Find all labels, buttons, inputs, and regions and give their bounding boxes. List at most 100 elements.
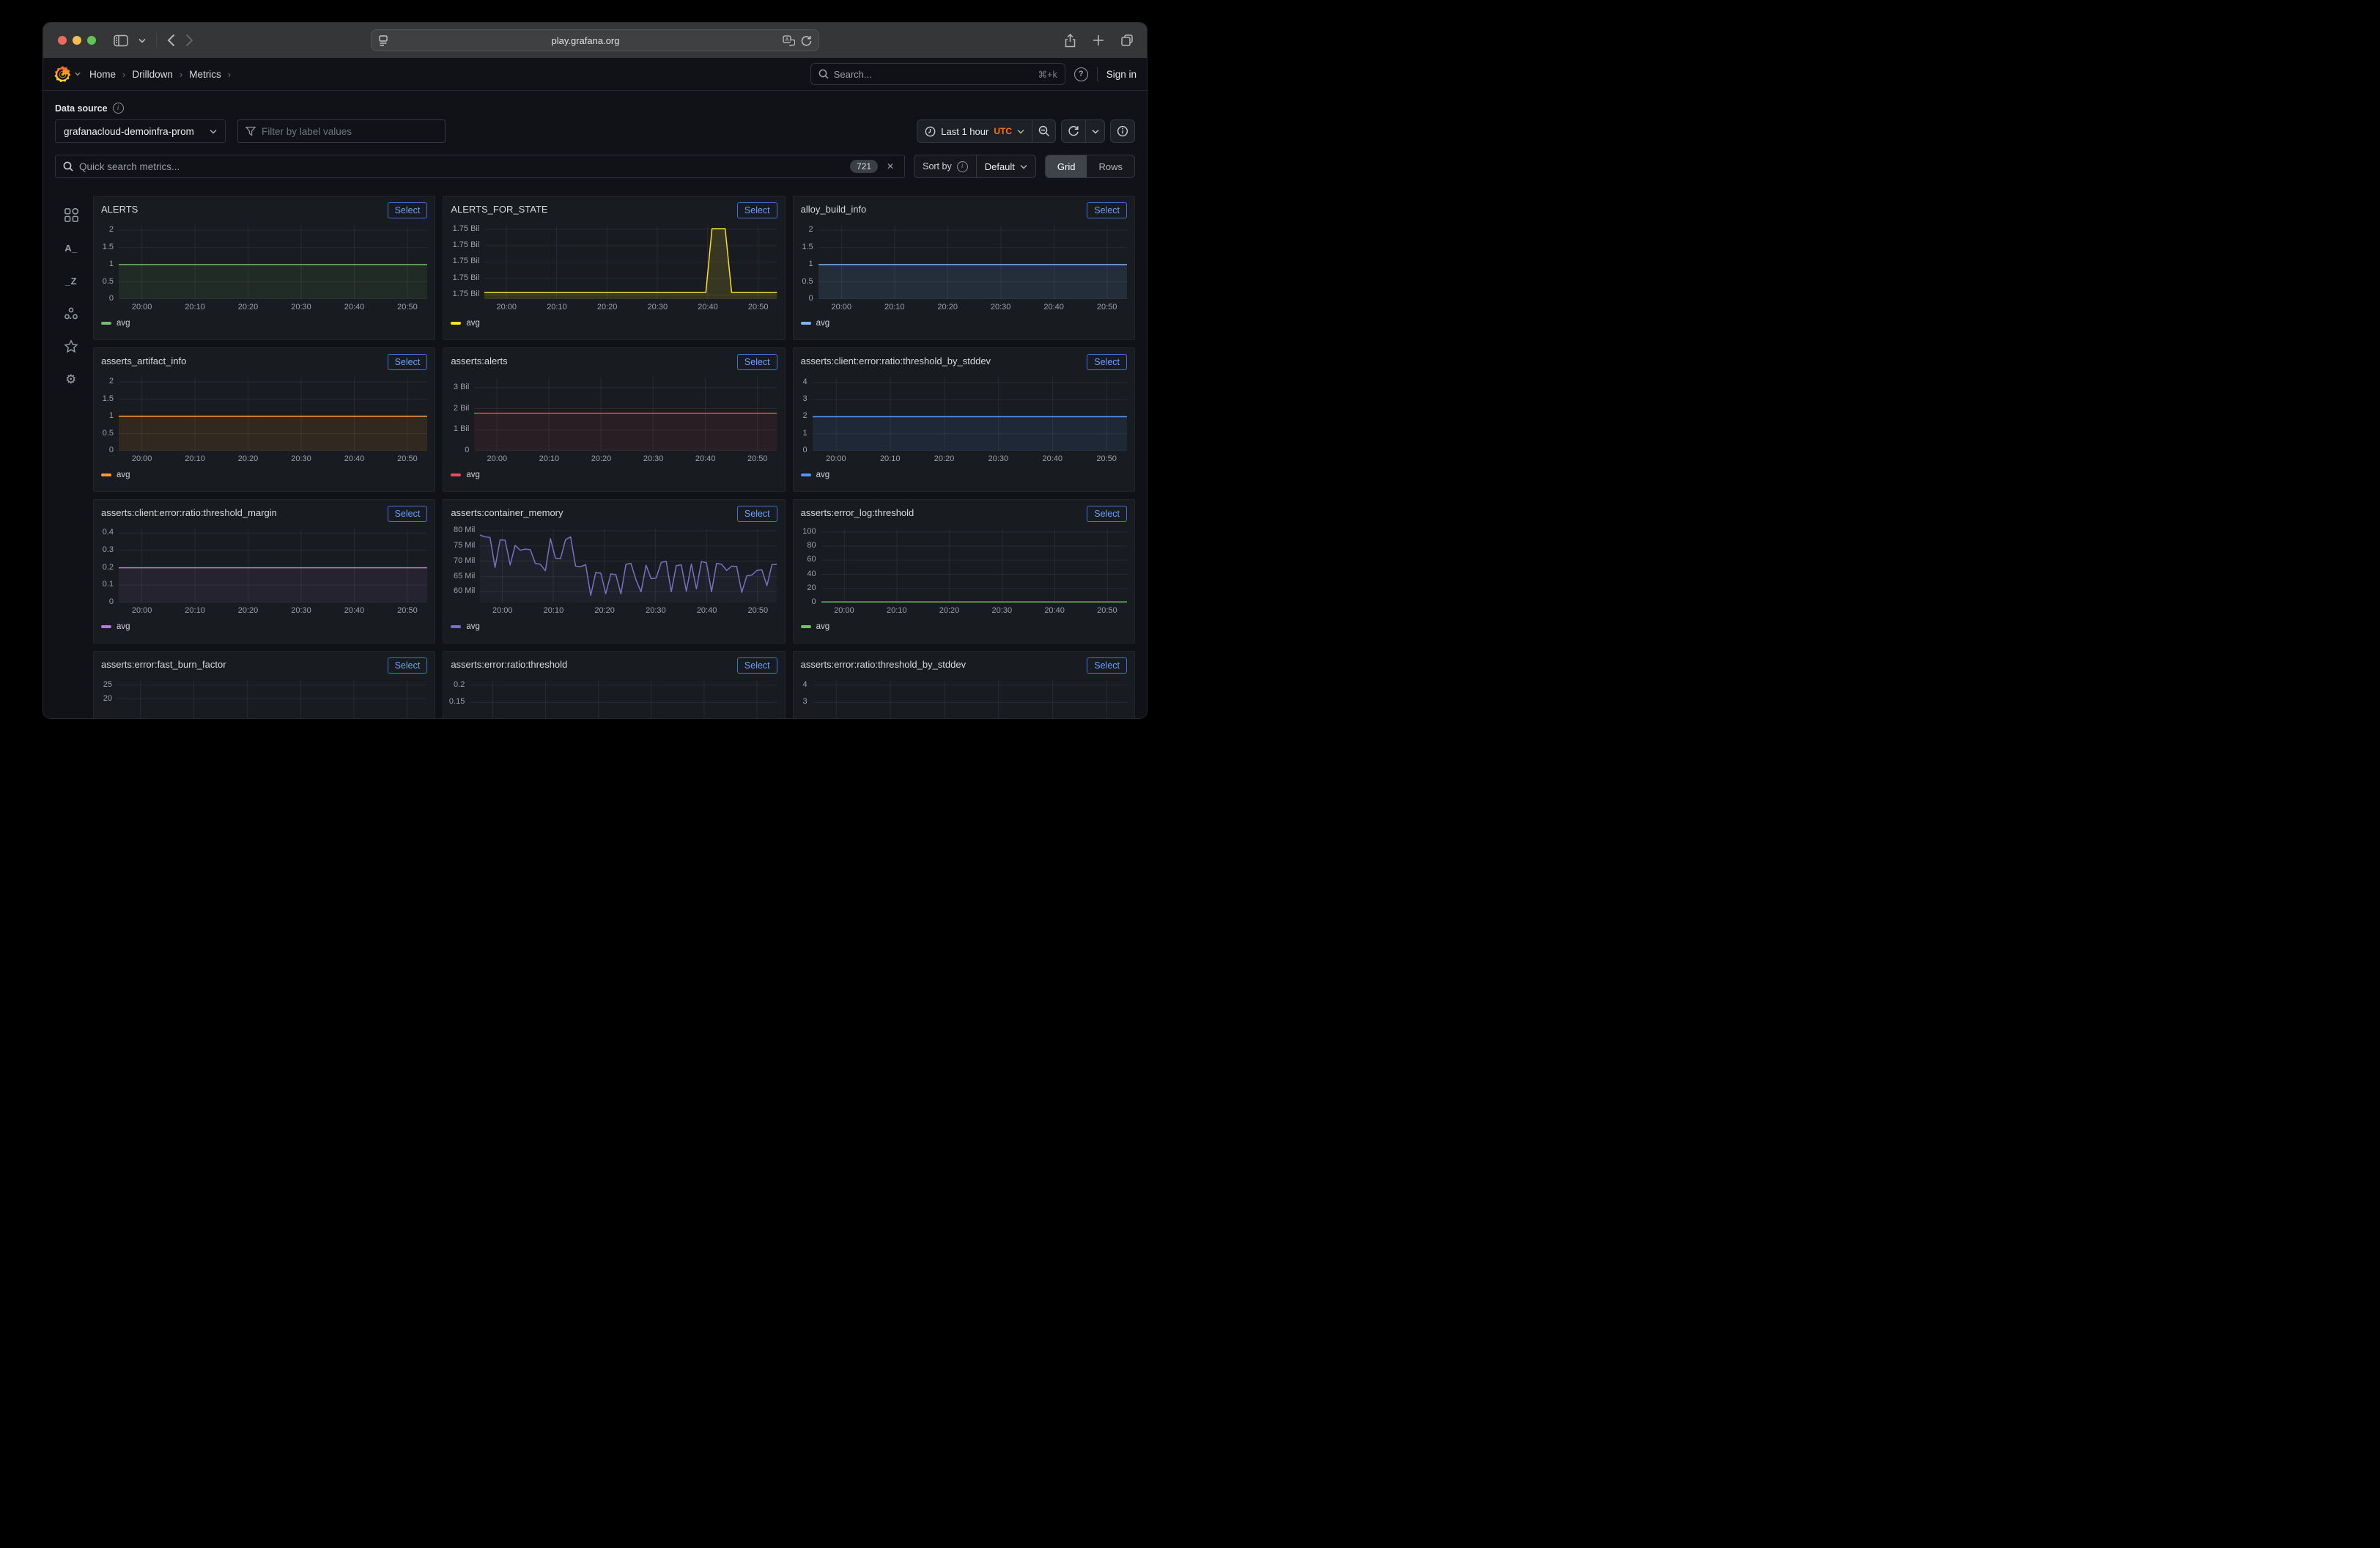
rows-view-button[interactable]: Rows bbox=[1087, 155, 1134, 177]
y-tick-label: 1.5 bbox=[103, 394, 114, 403]
x-tick-label: 20:20 bbox=[232, 454, 265, 463]
sort-z-first-icon[interactable]: _Z bbox=[62, 272, 80, 290]
chevron-down-icon bbox=[210, 129, 217, 134]
grid-view-button[interactable]: Grid bbox=[1046, 155, 1087, 177]
x-tick-label: 20:30 bbox=[985, 303, 1017, 312]
select-button[interactable]: Select bbox=[388, 506, 428, 522]
metric-title: alloy_build_info bbox=[801, 202, 1087, 217]
tab-overview-icon[interactable] bbox=[1120, 34, 1134, 47]
x-tick-label: 20:10 bbox=[179, 454, 211, 463]
select-button[interactable]: Select bbox=[737, 506, 777, 522]
svg-text:A: A bbox=[786, 37, 789, 43]
browser-titlebar: play.grafana.org A bbox=[43, 23, 1147, 58]
settings-gear-icon[interactable]: ⚙ bbox=[62, 371, 80, 388]
select-button[interactable]: Select bbox=[737, 354, 777, 370]
help-icon[interactable]: ? bbox=[1074, 67, 1088, 81]
metric-title: asserts:container_memory bbox=[451, 506, 737, 520]
info-icon[interactable]: i bbox=[957, 161, 968, 172]
legend-series-swatch bbox=[101, 473, 111, 476]
legend: avg bbox=[101, 622, 427, 631]
browser-window: play.grafana.org A bbox=[43, 23, 1147, 718]
controls-section: Data source i grafanacloud-demoinfra-pro… bbox=[43, 91, 1147, 193]
page-settings-icon[interactable] bbox=[378, 35, 388, 46]
select-button[interactable]: Select bbox=[388, 202, 428, 218]
x-tick-label: 20:40 bbox=[1038, 303, 1070, 312]
share-icon[interactable] bbox=[1064, 34, 1076, 48]
breadcrumb-home[interactable]: Home bbox=[89, 69, 116, 80]
refresh-button[interactable] bbox=[1062, 120, 1085, 142]
select-button[interactable]: Select bbox=[1087, 202, 1127, 218]
info-icon[interactable]: i bbox=[113, 103, 124, 114]
translate-icon[interactable]: A bbox=[783, 35, 795, 46]
divider bbox=[156, 33, 157, 48]
x-tick-label: 20:20 bbox=[591, 303, 624, 312]
y-tick-label: 2 Bil bbox=[454, 404, 469, 413]
x-tick-label: 20:00 bbox=[828, 606, 860, 615]
clear-search-icon[interactable]: ✕ bbox=[884, 161, 897, 172]
select-button[interactable]: Select bbox=[1087, 506, 1127, 522]
zoom-out-button[interactable] bbox=[1032, 120, 1055, 142]
select-button[interactable]: Select bbox=[1087, 657, 1127, 674]
y-tick-label: 1 Bil bbox=[454, 424, 469, 433]
x-tick-label: 20:30 bbox=[641, 303, 673, 312]
select-button[interactable]: Select bbox=[388, 354, 428, 370]
forward-icon[interactable] bbox=[185, 34, 193, 47]
metric-panel: asserts:error:ratio:threshold Select 0.2… bbox=[443, 651, 785, 718]
refresh-interval-chevron-icon[interactable] bbox=[1085, 120, 1104, 142]
x-tick-label: 20:00 bbox=[825, 303, 857, 312]
x-tick-label: 20:20 bbox=[934, 606, 966, 615]
chevron-down-icon[interactable] bbox=[138, 38, 146, 43]
label-filter-field[interactable] bbox=[262, 126, 437, 137]
select-button[interactable]: Select bbox=[737, 657, 777, 674]
select-button[interactable]: Select bbox=[388, 657, 428, 674]
favorites-icon[interactable] bbox=[62, 338, 80, 355]
address-bar[interactable]: play.grafana.org A bbox=[371, 29, 819, 51]
x-tick-label: 20:30 bbox=[285, 303, 317, 312]
y-axis-labels: 3 Bil2 Bil1 Bil0 bbox=[451, 377, 474, 451]
divider bbox=[1097, 67, 1098, 81]
breadcrumb-drilldown[interactable]: Drilldown bbox=[132, 69, 173, 80]
grafana-logo[interactable] bbox=[53, 65, 72, 84]
minimize-window-button[interactable] bbox=[73, 36, 81, 45]
select-button[interactable]: Select bbox=[1087, 354, 1127, 370]
sign-in-button[interactable]: Sign in bbox=[1106, 69, 1137, 80]
all-metrics-icon[interactable] bbox=[62, 206, 80, 224]
metric-chart bbox=[470, 681, 777, 718]
new-tab-icon[interactable] bbox=[1093, 34, 1104, 46]
breadcrumb-metrics[interactable]: Metrics bbox=[189, 69, 221, 80]
select-button[interactable]: Select bbox=[737, 202, 777, 218]
legend-series-label: avg bbox=[466, 471, 480, 479]
sidebar-toggle-icon[interactable] bbox=[114, 34, 128, 47]
y-tick-label: 4 bbox=[803, 377, 808, 386]
quick-search-input[interactable]: 721 ✕ bbox=[55, 155, 905, 178]
fullscreen-window-button[interactable] bbox=[87, 36, 96, 45]
x-axis-labels: 20:0020:1020:2020:3020:4020:50 bbox=[474, 454, 777, 466]
x-tick-label: 20:20 bbox=[588, 606, 621, 615]
x-tick-label: 20:20 bbox=[232, 303, 265, 312]
x-tick-label: 20:00 bbox=[820, 454, 852, 463]
org-switcher-chevron-icon[interactable] bbox=[75, 72, 81, 76]
x-tick-label: 20:00 bbox=[481, 454, 513, 463]
close-window-button[interactable] bbox=[58, 36, 67, 45]
x-tick-label: 20:30 bbox=[638, 454, 670, 463]
global-search-input[interactable]: ⌘+k bbox=[810, 63, 1065, 85]
time-range-picker[interactable]: Last 1 hour UTC bbox=[917, 120, 1032, 142]
y-tick-label: 80 bbox=[807, 541, 816, 550]
sort-value-dropdown[interactable]: Default bbox=[976, 155, 1035, 177]
y-tick-label: 0 bbox=[809, 294, 813, 303]
y-axis-labels: 43210 bbox=[801, 377, 813, 451]
back-icon[interactable] bbox=[167, 34, 175, 47]
panel-info-button[interactable] bbox=[1111, 120, 1134, 142]
x-tick-label: 20:10 bbox=[541, 303, 573, 312]
legend: avg bbox=[101, 471, 427, 479]
quick-search-field[interactable] bbox=[79, 161, 844, 172]
group-by-icon[interactable] bbox=[62, 305, 80, 322]
y-tick-label: 1.75 Bil bbox=[453, 257, 480, 265]
global-search-field[interactable] bbox=[834, 69, 1033, 80]
data-source-select[interactable]: grafanacloud-demoinfra-prom bbox=[55, 119, 226, 143]
y-tick-label: 0 bbox=[109, 294, 114, 303]
sort-a-first-icon[interactable]: A_ bbox=[62, 239, 80, 257]
reload-icon[interactable] bbox=[801, 35, 812, 46]
x-tick-label: 20:00 bbox=[126, 606, 158, 615]
label-filter-input[interactable] bbox=[237, 119, 446, 143]
